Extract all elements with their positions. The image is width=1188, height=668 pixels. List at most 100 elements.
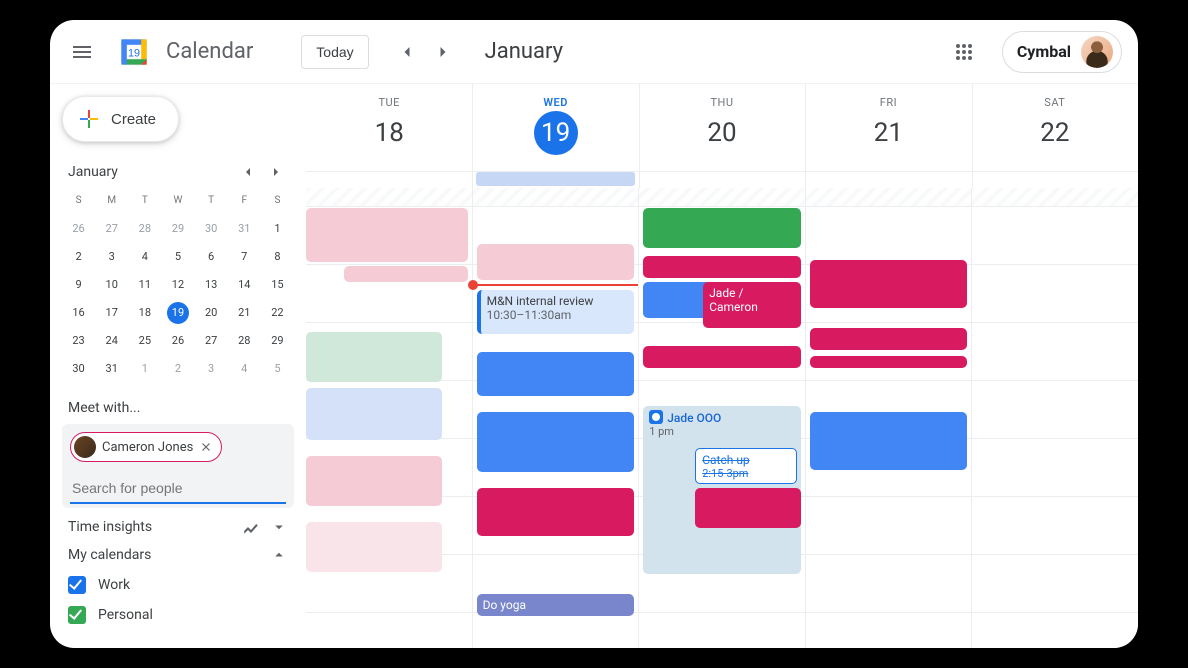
calendar-event[interactable] xyxy=(810,412,968,470)
mini-day[interactable]: 23 xyxy=(62,330,95,358)
calendar-event[interactable] xyxy=(306,388,442,440)
meet-with-label: Meet with... xyxy=(62,400,294,416)
person-chip[interactable]: Cameron Jones xyxy=(70,432,222,462)
menu-button[interactable] xyxy=(58,28,106,76)
calendar-event[interactable] xyxy=(344,266,468,282)
mini-day[interactable]: 2 xyxy=(62,246,95,274)
mini-day[interactable]: 1 xyxy=(128,358,161,386)
mini-day[interactable]: 28 xyxy=(228,330,261,358)
mini-prev-button[interactable] xyxy=(236,160,260,184)
chevron-down-icon xyxy=(270,518,288,536)
mini-day[interactable]: 7 xyxy=(228,246,261,274)
mini-day[interactable]: 4 xyxy=(228,358,261,386)
allday-event[interactable] xyxy=(476,172,634,186)
prev-week-button[interactable] xyxy=(389,34,425,70)
calendar-event[interactable]: Do yoga xyxy=(477,594,635,616)
mini-day[interactable]: 13 xyxy=(195,274,228,302)
calendar-event[interactable]: M&N internal review10:30–11:30am xyxy=(477,290,635,334)
day-column[interactable]: Jade / CameronJade OOO1 pmCatch up2:15-3… xyxy=(638,188,805,648)
mini-day[interactable]: 5 xyxy=(261,358,294,386)
mini-day[interactable]: 25 xyxy=(128,330,161,358)
day-header[interactable]: FRI21 xyxy=(805,84,971,171)
calendar-event[interactable]: Jade / Cameron xyxy=(703,282,801,328)
calendar-event[interactable] xyxy=(306,208,468,262)
day-header[interactable]: TUE18 xyxy=(306,84,472,171)
mini-day[interactable]: 5 xyxy=(161,246,194,274)
calendar-event[interactable] xyxy=(306,522,442,572)
mini-day[interactable]: 11 xyxy=(128,274,161,302)
mini-day[interactable]: 16 xyxy=(62,302,95,330)
apps-launcher-icon[interactable] xyxy=(944,32,984,72)
calendar-event[interactable] xyxy=(306,456,442,506)
mini-day[interactable]: 27 xyxy=(95,218,128,246)
mini-day[interactable]: 18 xyxy=(128,302,161,330)
mini-day[interactable]: 17 xyxy=(95,302,128,330)
mini-day[interactable]: 20 xyxy=(195,302,228,330)
mini-day[interactable]: 1 xyxy=(261,218,294,246)
day-column[interactable]: M&N internal review10:30–11:30am Do yoga xyxy=(472,188,639,648)
my-calendars-row[interactable]: My calendars xyxy=(62,536,294,564)
day-column[interactable] xyxy=(306,188,472,648)
account-chip[interactable]: Cymbal xyxy=(1002,31,1122,73)
calendar-event[interactable] xyxy=(306,332,442,382)
calendar-item[interactable]: Work xyxy=(68,570,288,600)
mini-day[interactable]: 29 xyxy=(161,218,194,246)
mini-day[interactable]: 14 xyxy=(228,274,261,302)
mini-day[interactable]: 6 xyxy=(195,246,228,274)
chip-remove-icon[interactable] xyxy=(199,440,213,454)
calendar-event[interactable] xyxy=(643,346,801,368)
mini-day[interactable]: 4 xyxy=(128,246,161,274)
mini-day[interactable]: 29 xyxy=(261,330,294,358)
mini-day[interactable]: 19 xyxy=(161,302,194,330)
mini-next-button[interactable] xyxy=(264,160,288,184)
mini-day[interactable]: 15 xyxy=(261,274,294,302)
mini-day[interactable]: 3 xyxy=(95,246,128,274)
calendar-checkbox[interactable] xyxy=(68,606,86,624)
calendar-event[interactable] xyxy=(477,352,635,396)
mini-day[interactable]: 30 xyxy=(62,358,95,386)
time-grid[interactable]: M&N internal review10:30–11:30amDo yogaJ… xyxy=(306,188,1138,648)
time-insights-row[interactable]: Time insights xyxy=(62,508,294,536)
mini-day[interactable]: 26 xyxy=(62,218,95,246)
mini-day[interactable]: 31 xyxy=(95,358,128,386)
mini-day[interactable]: 3 xyxy=(195,358,228,386)
calendar-event[interactable] xyxy=(810,356,968,368)
next-week-button[interactable] xyxy=(425,34,461,70)
calendar-event[interactable] xyxy=(810,260,968,308)
mini-day[interactable]: 26 xyxy=(161,330,194,358)
search-people-input[interactable] xyxy=(70,472,286,504)
mini-day[interactable]: 30 xyxy=(195,218,228,246)
mini-day[interactable]: 10 xyxy=(95,274,128,302)
day-header[interactable]: THU20 xyxy=(639,84,805,171)
calendar-item[interactable]: Personal xyxy=(68,600,288,630)
calendar-event[interactable] xyxy=(477,244,635,280)
mini-weekday: T xyxy=(128,190,161,218)
allday-row xyxy=(306,172,1138,188)
mini-day[interactable]: 9 xyxy=(62,274,95,302)
calendar-event[interactable]: Catch up2:15-3pm xyxy=(695,448,797,484)
calendar-event[interactable] xyxy=(810,328,968,350)
mini-day[interactable]: 27 xyxy=(195,330,228,358)
create-button[interactable]: Create xyxy=(62,96,179,142)
calendar-event[interactable] xyxy=(477,488,635,536)
mini-day[interactable]: 8 xyxy=(261,246,294,274)
mini-day[interactable]: 21 xyxy=(228,302,261,330)
mini-day[interactable]: 12 xyxy=(161,274,194,302)
today-button[interactable]: Today xyxy=(301,35,368,69)
day-header[interactable]: WED19 xyxy=(472,84,638,171)
mini-day[interactable]: 22 xyxy=(261,302,294,330)
mini-weekday: T xyxy=(195,190,228,218)
calendar-event[interactable] xyxy=(695,488,801,528)
calendar-event[interactable] xyxy=(643,208,801,248)
mini-day[interactable]: 28 xyxy=(128,218,161,246)
calendar-checkbox[interactable] xyxy=(68,576,86,594)
day-column[interactable] xyxy=(971,188,1138,648)
calendar-event[interactable] xyxy=(643,256,801,278)
day-header[interactable]: SAT22 xyxy=(972,84,1138,171)
mini-day[interactable]: 24 xyxy=(95,330,128,358)
day-column[interactable] xyxy=(805,188,972,648)
brand-name: Cymbal xyxy=(1017,42,1071,61)
mini-day[interactable]: 2 xyxy=(161,358,194,386)
mini-day[interactable]: 31 xyxy=(228,218,261,246)
calendar-event[interactable] xyxy=(477,412,635,472)
